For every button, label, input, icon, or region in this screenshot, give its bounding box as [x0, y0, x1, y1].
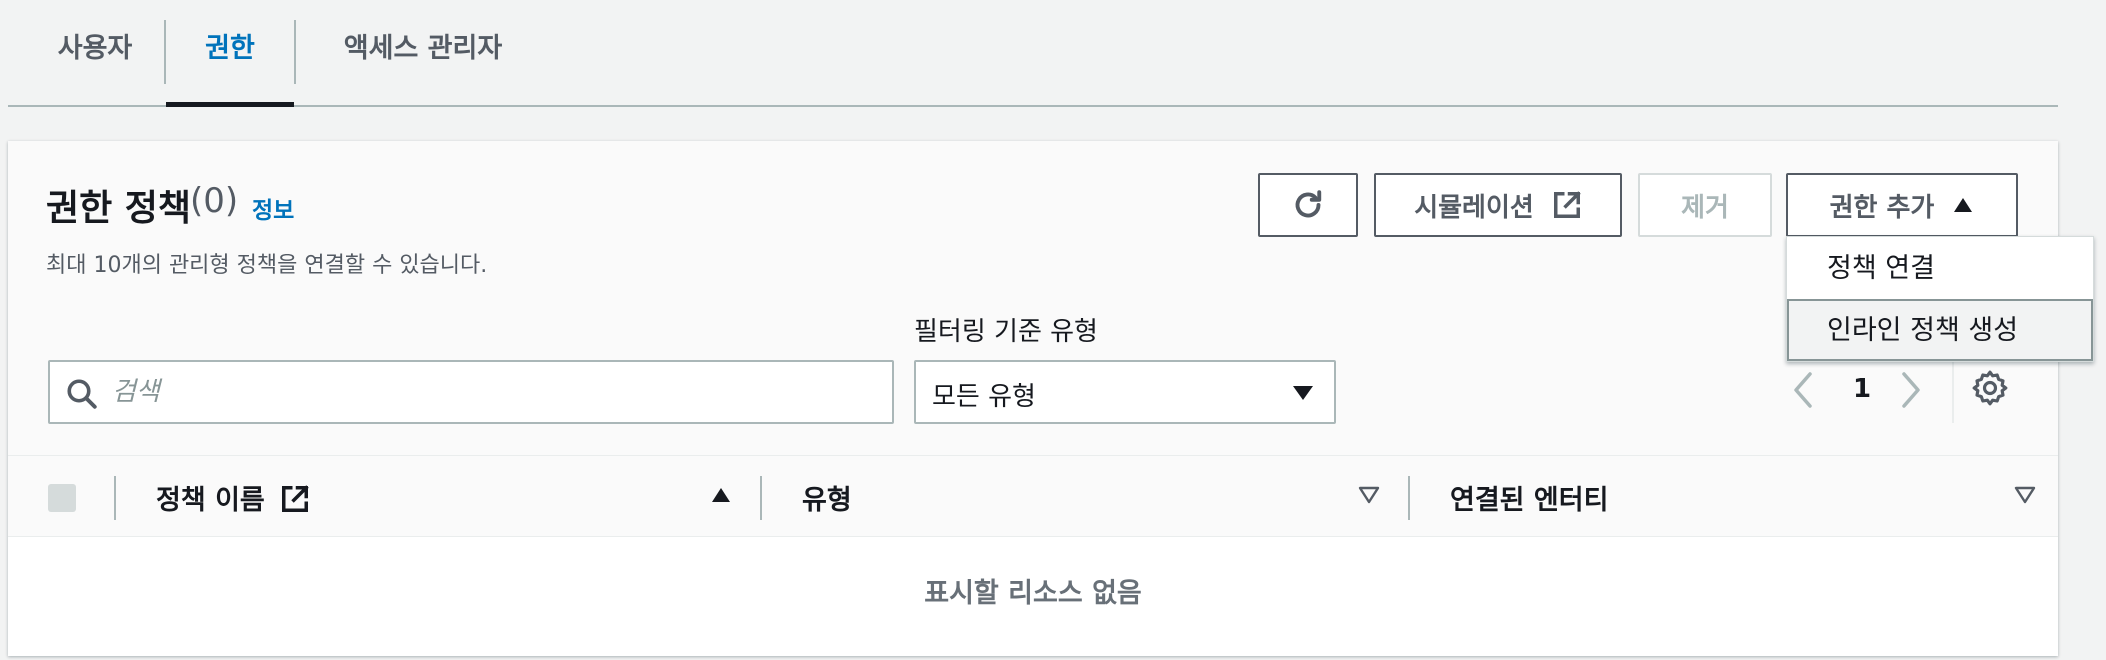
- column-divider: [760, 476, 762, 520]
- search-input[interactable]: [112, 370, 872, 414]
- type-filter-value: 모든 유형: [932, 382, 1036, 412]
- sort-icon[interactable]: [1358, 486, 1380, 504]
- tab-permissions[interactable]: 권한: [166, 0, 294, 107]
- select-all-checkbox[interactable]: [48, 484, 76, 512]
- filter-type-label: 필터링 기준 유형: [914, 317, 1098, 347]
- tab-divider: [294, 20, 296, 84]
- external-link-icon: [282, 485, 309, 512]
- empty-state-message: 표시할 리소스 없음: [924, 578, 1142, 609]
- column-label-policy-name: 정책 이름: [156, 485, 265, 516]
- permissions-page: 사용자 권한 액세스 관리자 권한 정책 (0) 정보 최대 10개의 관리형 …: [0, 0, 2106, 660]
- column-divider: [114, 476, 116, 520]
- menu-item-attach-policies[interactable]: 정책 연결: [1787, 239, 2093, 301]
- column-header-attached-entities[interactable]: 연결된 엔터티: [1450, 478, 1608, 517]
- gear-icon[interactable]: [1970, 368, 2010, 408]
- column-header-policy-name[interactable]: 정책 이름: [156, 478, 310, 517]
- sort-icon[interactable]: [2014, 486, 2036, 504]
- refresh-button[interactable]: [1258, 173, 1358, 237]
- info-link[interactable]: 정보: [252, 191, 294, 225]
- external-link-icon: [1553, 191, 1581, 218]
- add-permissions-menu: 정책 연결 인라인 정책 생성: [1786, 236, 2094, 362]
- simulation-label: 시뮬레이션: [1414, 192, 1534, 223]
- type-filter-select[interactable]: 모든 유형: [914, 360, 1336, 424]
- current-page-number[interactable]: 1: [1853, 374, 1871, 404]
- simulation-button[interactable]: 시뮬레이션: [1374, 173, 1622, 237]
- remove-label: 제거: [1681, 192, 1729, 223]
- column-header-type[interactable]: 유형: [802, 478, 852, 517]
- sort-ascending-icon[interactable]: [710, 486, 732, 504]
- caret-down-icon: [1293, 386, 1313, 400]
- pagination-divider: [1952, 361, 1954, 423]
- table-empty-row: 표시할 리소스 없음: [8, 537, 2058, 656]
- panel-description: 최대 10개의 관리형 정책을 연결할 수 있습니다.: [46, 253, 488, 278]
- policy-count: (0): [190, 181, 239, 221]
- search-icon: [67, 379, 97, 409]
- tab-bar: 사용자 권한 액세스 관리자: [8, 0, 2058, 107]
- chevron-right-icon[interactable]: [1900, 370, 1924, 410]
- permissions-policies-panel: 권한 정책 (0) 정보 최대 10개의 관리형 정책을 연결할 수 있습니다.…: [8, 141, 2094, 656]
- remove-button[interactable]: 제거: [1638, 173, 1772, 237]
- add-permissions-button[interactable]: 권한 추가: [1786, 173, 2018, 237]
- chevron-left-icon[interactable]: [1790, 370, 1814, 410]
- table-header: 정책 이름 유형 연결된 엔터티: [8, 455, 2058, 537]
- add-permissions-label: 권한 추가: [1829, 192, 1935, 223]
- panel-title: 권한 정책: [46, 188, 192, 229]
- caret-up-icon: [1954, 198, 1973, 212]
- menu-item-create-inline-policy[interactable]: 인라인 정책 생성: [1787, 299, 2093, 361]
- search-field[interactable]: [48, 360, 894, 424]
- tab-users[interactable]: 사용자: [36, 0, 154, 105]
- refresh-icon: [1295, 190, 1322, 218]
- tab-access-advisor[interactable]: 액세스 관리자: [308, 0, 538, 105]
- column-divider: [1408, 476, 1410, 520]
